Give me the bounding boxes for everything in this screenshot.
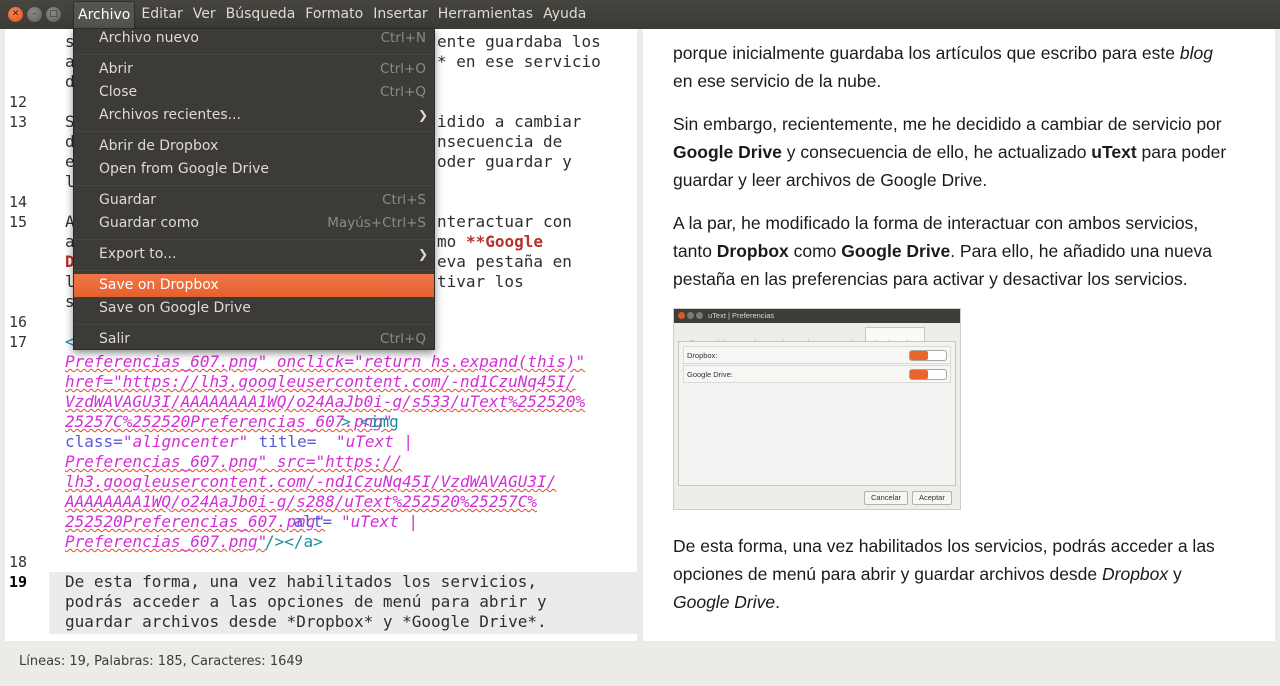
line-number: 14 xyxy=(9,193,28,211)
menu-ayuda[interactable]: Ayuda xyxy=(539,0,590,29)
menu-editar[interactable]: Editar xyxy=(137,0,186,29)
screenshot-cancel-button: Cancelar xyxy=(864,491,909,505)
editor-tag: /></a> xyxy=(265,532,323,551)
screenshot-titlebar: uText | Preferencias xyxy=(674,309,960,323)
menu-item-save-on-google-drive[interactable]: Save on Google Drive xyxy=(74,297,434,320)
line-number: 12 xyxy=(9,93,28,111)
editor-text: mo xyxy=(437,232,466,251)
editor-attr: class= xyxy=(65,432,123,451)
line-number: 16 xyxy=(9,313,28,331)
menu-item-archivo-nuevo[interactable]: Archivo nuevo Ctrl+N xyxy=(74,27,434,50)
menu-formato[interactable]: Formato xyxy=(301,0,367,29)
maximize-icon: □ xyxy=(49,9,58,19)
screenshot-row-dropbox: Dropbox: xyxy=(683,346,951,364)
screenshot-title: uText | Preferencias xyxy=(708,311,775,320)
editor-tag: > <img xyxy=(341,412,399,431)
line-number: 18 xyxy=(9,553,28,571)
editor-string: lh3.googleusercontent.com/-nd1CzuNq45I/V… xyxy=(65,472,557,491)
editor-string: Preferencias_607.png" src="https:// xyxy=(65,452,403,471)
editor-string: AAAAAAAA1WQ/o24AaJb0i-g/s288/uText%25252… xyxy=(65,492,538,511)
menu-separator xyxy=(74,54,434,55)
screenshot-panel: Dropbox: Google Drive: xyxy=(678,341,956,486)
editor-text: oder guardar y xyxy=(437,152,572,171)
menu-ver[interactable]: Ver xyxy=(189,0,220,29)
preview-paragraph-3: A la par, he modificado la forma de inte… xyxy=(673,213,1212,289)
editor-text: guardar archivos desde *Dropbox* y *Goog… xyxy=(65,612,547,631)
toggle-switch-icon xyxy=(909,350,947,361)
menu-busqueda[interactable]: Búsqueda xyxy=(222,0,300,29)
window-close-button[interactable]: ✕ xyxy=(8,7,23,22)
menu-item-guardar[interactable]: Guardar Ctrl+S xyxy=(74,189,434,212)
window-minimize-button[interactable]: – xyxy=(27,7,42,22)
menu-item-export-to[interactable]: Export to... ❯ xyxy=(74,243,434,266)
close-icon: ✕ xyxy=(11,9,20,19)
chevron-right-icon: ❯ xyxy=(417,108,428,122)
window-maximize-button[interactable]: □ xyxy=(46,7,61,22)
chevron-right-icon: ❯ xyxy=(417,247,428,261)
menubar: ✕ – □ Archivo Editar Ver Búsqueda Format… xyxy=(0,0,1280,29)
archivo-dropdown-menu: Archivo nuevo Ctrl+N Abrir Ctrl+O Close Ctr… xyxy=(73,28,435,350)
status-bar-text: Líneas: 19, Palabras: 185, Caracteres: 1… xyxy=(19,654,303,669)
menu-item-guardar-como[interactable]: Guardar como Mayús+Ctrl+S xyxy=(74,212,434,235)
html-preview[interactable]: porque inicialmente guardaba los artícul… xyxy=(643,29,1275,641)
menu-separator xyxy=(74,270,434,271)
editor-attr: title= xyxy=(249,432,317,451)
preferences-screenshot-image: uText | Preferencias Editor Markdown Vis… xyxy=(673,308,961,510)
editor-text: tivar los xyxy=(437,272,524,291)
line-number: 15 xyxy=(9,213,28,231)
screenshot-accept-button: Aceptar xyxy=(912,491,952,505)
menu-separator xyxy=(74,131,434,132)
menu-insertar[interactable]: Insertar xyxy=(369,0,432,29)
editor-string: "uText | xyxy=(341,512,419,531)
editor-string: Preferencias_607.png" onclick="return hs… xyxy=(65,352,586,371)
editor-text: ente guardaba los xyxy=(437,32,601,51)
line-number-current: 19 xyxy=(9,573,28,591)
minimize-icon: – xyxy=(32,9,37,19)
menu-item-salir[interactable]: Salir Ctrl+Q xyxy=(74,328,434,351)
preview-paragraph-1: porque inicialmente guardaba los artícul… xyxy=(673,43,1213,91)
toggle-switch-icon xyxy=(909,369,947,380)
preview-paragraph-4: De esta forma, una vez habilitados los s… xyxy=(673,536,1215,612)
menu-item-open-from-google-drive[interactable]: Open from Google Drive xyxy=(74,158,434,181)
menu-herramientas[interactable]: Herramientas xyxy=(434,0,537,29)
editor-string: Preferencias_607.png" xyxy=(65,532,268,551)
editor-string: VzdWAVAGU3I/AAAAAAAA1WQ/o24AaJb0i-g/s533… xyxy=(65,392,586,411)
menu-archivo[interactable]: Archivo xyxy=(73,1,136,29)
menu-separator xyxy=(74,185,434,186)
editor-text: nsecuencia de xyxy=(437,132,563,151)
line-number: 13 xyxy=(9,113,28,131)
menu-item-save-on-dropbox[interactable]: Save on Dropbox xyxy=(74,274,434,297)
editor-text: idido a cambiar xyxy=(437,112,582,131)
editor-attr: alt= xyxy=(284,512,333,531)
editor-bold-text: **Google xyxy=(466,232,544,251)
menu-item-archivos-recientes[interactable]: Archivos recientes... ❯ xyxy=(74,104,434,127)
editor-text: podrás acceder a las opciones de menú pa… xyxy=(65,592,547,611)
preview-paragraph-2: Sin embargo, recientemente, me he decidi… xyxy=(673,114,1227,190)
editor-string: href="https://lh3.googleusercontent.com/… xyxy=(65,372,576,391)
editor-string: "uText | xyxy=(336,432,414,451)
editor-text: De esta forma, una vez habilitados los s… xyxy=(65,572,538,591)
screenshot-row-google-drive: Google Drive: xyxy=(683,365,951,383)
menu-item-abrir[interactable]: Abrir Ctrl+O xyxy=(74,58,434,81)
editor-text: eva pestaña en xyxy=(437,252,572,271)
menu-item-abrir-de-dropbox[interactable]: Abrir de Dropbox xyxy=(74,135,434,158)
menu-separator xyxy=(74,239,434,240)
editor-text: * en ese servicio xyxy=(437,52,601,71)
editor-string: "aligncenter" xyxy=(123,432,249,451)
menu-separator xyxy=(74,324,434,325)
line-number: 17 xyxy=(9,333,28,351)
menu-item-close[interactable]: Close Ctrl+Q xyxy=(74,81,434,104)
editor-text: nteractuar con xyxy=(437,212,572,231)
